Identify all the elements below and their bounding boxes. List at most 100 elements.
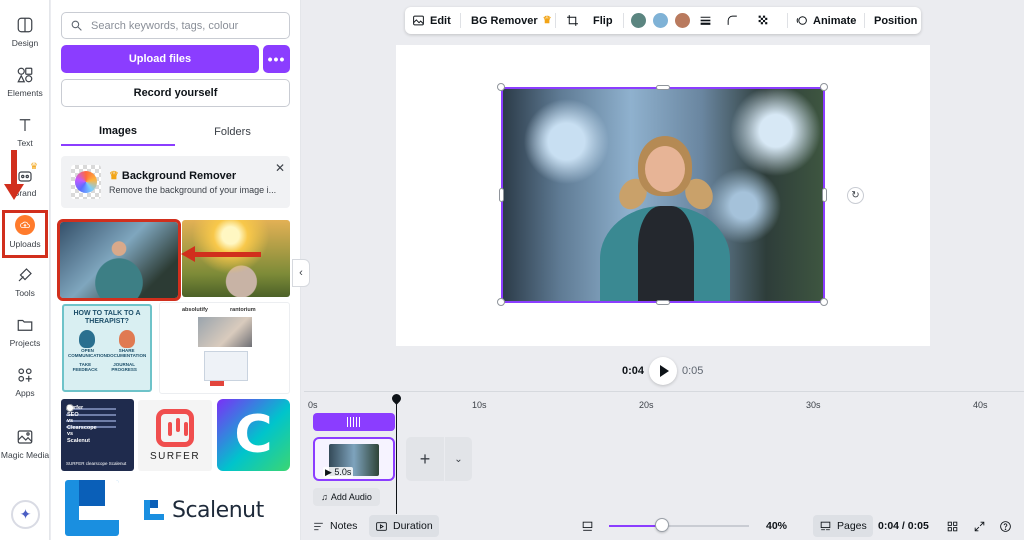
timeline-tick: 40s (973, 400, 988, 410)
add-audio-button[interactable]: ♫ Add Audio (313, 488, 380, 506)
add-page-button[interactable]: + (406, 437, 444, 481)
rail-design[interactable]: Design (0, 14, 50, 64)
edit-button[interactable]: Edit (412, 7, 451, 34)
color-swatch[interactable] (653, 13, 668, 28)
surfer-name: SURFER (149, 451, 201, 462)
toolbar-divider (460, 13, 461, 28)
playhead-knob[interactable] (390, 392, 403, 405)
therapist-caption: JOURNAL PROGRESS (111, 362, 137, 372)
chevron-down-icon: ⌄ (454, 453, 463, 465)
left-rail: Design Elements Text Brand ♛ Uploads Too… (0, 0, 50, 540)
apps-icon (18, 368, 32, 382)
rail-tools-label: Tools (15, 288, 35, 298)
audio-track[interactable] (313, 413, 395, 431)
search-icon (71, 20, 82, 31)
resize-handle[interactable] (497, 83, 505, 91)
transparency-icon (758, 15, 768, 25)
upload-thumb-sunlight-girl[interactable] (182, 220, 290, 297)
doc-brand: absolutify (182, 307, 208, 313)
upload-thumb-canva-logo[interactable]: C (217, 399, 290, 471)
tab-images[interactable]: Images (61, 118, 175, 146)
therapist-caption: TAKE FEEDBACK (72, 362, 98, 372)
rail-apps[interactable]: Apps (0, 364, 50, 414)
resize-handle[interactable] (499, 188, 504, 202)
resize-handle[interactable] (820, 83, 828, 91)
upload-thumb-square-logo[interactable] (65, 480, 119, 536)
tab-folders[interactable]: Folders (175, 118, 290, 146)
rail-uploads[interactable]: Uploads (2, 210, 48, 258)
zoom-slider-fill (609, 525, 662, 527)
timeline-clip[interactable]: ▶ 5.0s (313, 437, 395, 481)
rail-elements[interactable]: Elements (0, 64, 50, 114)
position-button[interactable]: Position (874, 7, 917, 34)
bg-remover-promo[interactable]: ♛ Background Remover Remove the backgroun… (61, 156, 290, 208)
notes-button[interactable]: Notes (312, 515, 357, 537)
upload-thumb-document[interactable]: absolutify rantorium (159, 302, 290, 394)
therapist-caption: SHARE DOCUMENTATION (106, 348, 147, 358)
surferseo-foot: SURFER clearscope Scalenut (66, 461, 127, 466)
rail-text[interactable]: Text (0, 114, 50, 164)
surferseo-title: Surfer SEO vs Clearscope vs Scalenut (66, 404, 97, 444)
resize-handle[interactable] (656, 85, 670, 90)
resize-handle[interactable] (822, 188, 827, 202)
plus-icon: + (419, 448, 431, 469)
zoom-slider-knob[interactable] (654, 518, 669, 532)
rail-projects[interactable]: Projects (0, 314, 50, 364)
pages-button[interactable]: Pages (813, 515, 873, 537)
animate-icon (796, 16, 807, 25)
timeline-divider (304, 391, 1024, 392)
upload-thumb-surfer-seo[interactable]: Surfer SEO vs Clearscope vs Scalenut SUR… (61, 399, 134, 471)
resize-handle[interactable] (497, 298, 505, 306)
grid-view-button[interactable] (946, 515, 964, 537)
rail-projects-label: Projects (9, 338, 41, 348)
timeline-tick: 10s (472, 400, 487, 410)
border-style-button[interactable] (699, 7, 717, 34)
brand-crown-icon: ♛ (30, 161, 39, 171)
scalenut-logo-icon (144, 500, 164, 520)
animate-button[interactable]: Animate (795, 7, 856, 34)
magic-sparkle-button[interactable]: ✦ (11, 500, 40, 529)
bg-remover-button[interactable]: BG Remover ♛ (471, 7, 552, 34)
help-button[interactable] (999, 515, 1017, 537)
rail-tools[interactable]: Tools (0, 264, 50, 314)
play-button[interactable] (649, 357, 677, 385)
upload-thumb-therapist[interactable]: HOW TO TALK TO A THERAPIST? OPEN COMMUNI… (62, 304, 152, 392)
resize-handle[interactable] (820, 298, 828, 306)
transparency-button[interactable] (757, 7, 775, 34)
resize-handle[interactable] (656, 300, 670, 305)
search-box[interactable] (61, 12, 290, 39)
color-swatch[interactable] (675, 13, 690, 28)
canva-letter: C (234, 405, 273, 465)
pages-icon (820, 521, 831, 530)
annotation-arrow-down (11, 150, 17, 188)
corner-rounding-button[interactable] (726, 7, 744, 34)
upload-thumb-girl[interactable] (57, 219, 181, 301)
flip-button[interactable]: Flip (593, 7, 613, 34)
upload-thumb-scalenut[interactable]: Scalenut (144, 490, 294, 530)
rotate-handle[interactable]: ↻ (847, 187, 864, 204)
crown-icon: ♛ (109, 170, 119, 182)
upload-more-button[interactable]: ••• (263, 45, 290, 73)
collapse-panel-button[interactable]: ‹ (292, 259, 310, 287)
corner-rounding-icon (727, 15, 737, 25)
record-yourself-button[interactable]: Record yourself (61, 79, 290, 107)
chevron-left-icon: ‹ (299, 267, 303, 279)
upload-thumb-surfer-logo[interactable]: SURFER (138, 400, 212, 471)
fullscreen-button[interactable] (973, 515, 991, 537)
folder-icon (17, 319, 33, 331)
add-page-options-button[interactable]: ⌄ (445, 437, 472, 481)
zoom-level[interactable]: 40% (766, 515, 787, 537)
upload-cloud-icon (15, 215, 35, 235)
color-swatch[interactable] (631, 13, 646, 28)
duration-button[interactable]: Duration (369, 515, 439, 537)
rail-magic-media[interactable]: Magic Media (0, 426, 50, 476)
rail-apps-label: Apps (15, 388, 35, 398)
upload-files-button[interactable]: Upload files (61, 45, 259, 73)
border-style-icon (700, 16, 711, 25)
search-input[interactable] (91, 19, 271, 32)
page-time: 0:04 / 0:05 (878, 520, 929, 532)
page-view-button[interactable] (581, 515, 599, 537)
therapist-title: HOW TO TALK TO A THERAPIST? (73, 310, 141, 325)
crop-button[interactable] (566, 7, 584, 34)
close-icon[interactable]: ✕ (275, 161, 285, 175)
